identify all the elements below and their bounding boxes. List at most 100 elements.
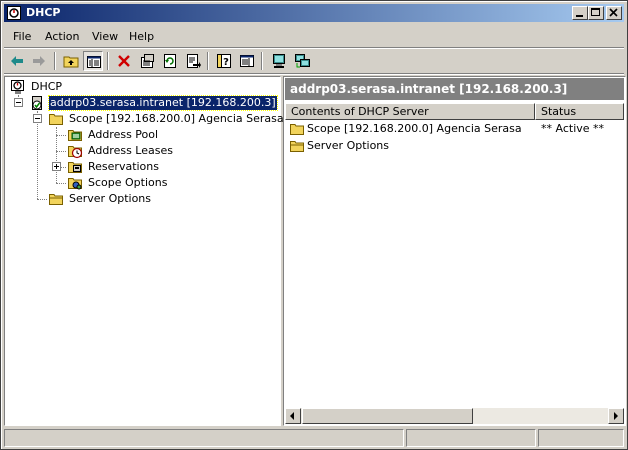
title-bar[interactable]: DHCP (4, 4, 624, 22)
arrow-left-icon (290, 412, 294, 420)
list-item-scope[interactable]: Scope [192.168.200.0] Agencia Serasa ** … (289, 121, 619, 137)
address-pool-icon (68, 130, 82, 141)
properties-icon (141, 54, 154, 68)
arrow-right-icon (614, 412, 618, 420)
status-bar (4, 429, 624, 447)
up-one-level-icon (63, 56, 79, 68)
folder-icon (49, 114, 63, 125)
server-network-icon (295, 54, 310, 68)
tree-node-server-options[interactable]: Server Options (48, 191, 168, 207)
maximize-icon (591, 8, 600, 16)
forward-button[interactable] (29, 51, 49, 71)
minimize-button[interactable] (572, 6, 588, 20)
up-one-level-button[interactable] (61, 51, 81, 71)
tree-line (56, 135, 66, 137)
server-monitor-button[interactable] (269, 51, 289, 71)
help-icon: ? (217, 54, 231, 68)
folder-icon (290, 124, 304, 135)
status-panel-main (4, 429, 404, 447)
show-hide-console-tree-icon (87, 56, 101, 68)
scope-options-icon (68, 178, 82, 190)
expand-reservations-toggle[interactable] (52, 162, 61, 171)
reservations-icon (68, 162, 82, 173)
dhcp-window: DHCP File Action View Help ? DHCP addrp0… (0, 0, 628, 450)
collapse-scope-toggle[interactable] (33, 114, 42, 123)
status-panel-3 (538, 429, 624, 447)
tree-line (37, 199, 47, 201)
maximize-button[interactable] (588, 6, 604, 20)
tree-node-scope-options[interactable]: Scope Options (67, 175, 187, 191)
refresh-button[interactable] (160, 51, 180, 71)
tree-node-reservations[interactable]: Reservations (67, 159, 187, 175)
tree-label-server-options: Server Options (69, 192, 152, 205)
close-button[interactable] (606, 6, 622, 20)
delete-icon (118, 55, 130, 67)
toolbar-separator (54, 52, 56, 70)
export-list-icon (187, 54, 201, 68)
refresh-icon (164, 54, 176, 68)
dhcp-server-icon (32, 96, 42, 110)
list-item-scope-name: Scope [192.168.200.0] Agencia Serasa (307, 122, 522, 135)
tree-label-reservations: Reservations (88, 160, 159, 173)
scroll-left-button[interactable] (285, 408, 301, 424)
scroll-thumb[interactable] (302, 408, 473, 424)
tree-node-address-pool[interactable]: Address Pool (67, 127, 187, 143)
list-item-server-options-name: Server Options (307, 139, 390, 152)
status-panel-2 (406, 429, 536, 447)
server-options-icon (290, 141, 304, 152)
tree-node-address-leases[interactable]: Address Leases (67, 143, 187, 159)
toolbar-separator-line (4, 73, 624, 75)
tree-line (37, 111, 39, 199)
export-list-button[interactable] (183, 51, 203, 71)
column-header-status[interactable]: Status (535, 103, 624, 120)
server-options-icon (49, 194, 63, 205)
properties-button[interactable] (137, 51, 157, 71)
tree-label-address-pool: Address Pool (88, 128, 159, 141)
scroll-right-button[interactable] (608, 408, 624, 424)
toolbar-separator (107, 52, 109, 70)
close-icon (609, 8, 618, 17)
details-header: addrp03.serasa.intranet [192.168.200.3] (285, 78, 624, 100)
dhcp-root-icon (11, 80, 24, 94)
tree-line (56, 183, 66, 185)
svg-text:?: ? (223, 57, 229, 68)
tree-line (56, 151, 66, 153)
menu-view[interactable]: View (92, 30, 118, 43)
server-network-button[interactable] (292, 51, 312, 71)
tree-label-server: addrp03.serasa.intranet [192.168.200.3] (48, 95, 278, 111)
console-tree-pane[interactable]: DHCP addrp03.serasa.intranet [192.168.20… (4, 76, 284, 426)
back-button[interactable] (7, 51, 27, 71)
toolbar: ? (4, 49, 624, 73)
dhcp-app-icon (7, 6, 21, 20)
window-title: DHCP (26, 6, 61, 19)
minimize-icon (576, 15, 583, 17)
menu-help[interactable]: Help (129, 30, 154, 43)
show-hide-console-tree-button[interactable] (83, 51, 103, 71)
tree-node-dhcp[interactable]: DHCP (10, 79, 130, 95)
show-hide-action-pane-button[interactable] (237, 51, 257, 71)
toolbar-separator (207, 52, 209, 70)
list-item-scope-status: ** Active ** (541, 122, 605, 135)
details-pane[interactable]: addrp03.serasa.intranet [192.168.200.3] … (283, 76, 626, 426)
forward-icon (33, 56, 45, 66)
address-leases-icon (68, 146, 83, 159)
help-button[interactable]: ? (214, 51, 234, 71)
delete-button[interactable] (114, 51, 134, 71)
menu-action[interactable]: Action (45, 30, 79, 43)
back-icon (11, 56, 23, 66)
collapse-server-toggle[interactable] (14, 98, 23, 107)
tree-label-scope: Scope [192.168.200.0] Agencia Serasa (69, 112, 284, 125)
horizontal-scrollbar[interactable] (285, 408, 624, 424)
tree-node-scope[interactable]: Scope [192.168.200.0] Agencia Serasa (48, 111, 284, 127)
menu-file[interactable]: File (13, 30, 31, 43)
tree-node-server[interactable]: addrp03.serasa.intranet [192.168.200.3] (29, 95, 278, 111)
tree-label-dhcp: DHCP (31, 80, 63, 93)
server-monitor-icon (273, 54, 285, 68)
toolbar-separator (261, 52, 263, 70)
menu-bar: File Action View Help (4, 27, 624, 47)
tree-label-address-leases: Address Leases (88, 144, 173, 157)
list-item-server-options[interactable]: Server Options (289, 138, 619, 154)
show-hide-action-pane-icon (240, 55, 254, 67)
tree-label-scope-options: Scope Options (88, 176, 168, 189)
column-header-contents[interactable]: Contents of DHCP Server (285, 103, 535, 120)
